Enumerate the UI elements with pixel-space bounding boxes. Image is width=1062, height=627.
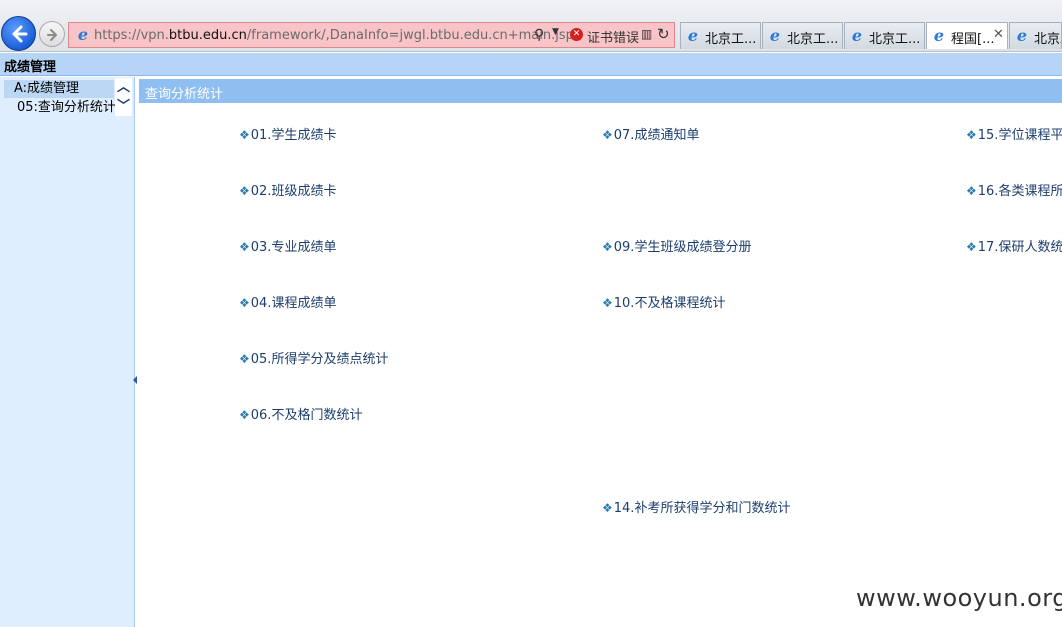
close-icon[interactable]: ✕ <box>993 27 1004 42</box>
report-link-03[interactable]: ❖03.专业成绩单 <box>239 236 336 255</box>
browser-tab[interactable]: e 北京工... <box>844 22 925 49</box>
report-link-label: 15.学位课程平均 <box>977 128 1062 143</box>
report-link-label: 01.学生成绩卡 <box>250 128 337 143</box>
report-link-label: 02.班级成绩卡 <box>250 184 337 199</box>
section-header: 查询分析统计 <box>139 79 1062 103</box>
report-link-label: 07.成绩通知单 <box>613 128 700 143</box>
chevron-down-icon[interactable]: ▼ <box>552 27 559 37</box>
refresh-icon[interactable]: ↻ <box>657 25 670 43</box>
certificate-error-icon[interactable]: ✕ <box>570 28 583 41</box>
report-link-16[interactable]: ❖16.各类课程所得 <box>966 180 1062 199</box>
report-link-label: 03.专业成绩单 <box>250 240 337 255</box>
report-column-clipped: ❖15.学位课程平均 ❖16.各类课程所得 ❖17.保研人数统计 <box>960 110 1062 270</box>
report-link-15[interactable]: ❖15.学位课程平均 <box>966 124 1062 143</box>
sidebar-item-query-analysis[interactable]: 05:查询分析统计 <box>4 99 116 117</box>
diamond-bullet-icon: ❖ <box>602 501 613 515</box>
diamond-bullet-icon: ❖ <box>239 128 250 142</box>
chevron-down-icon[interactable]: ﹀ <box>115 97 132 116</box>
report-link-label: 09.学生班级成绩登分册 <box>613 240 752 255</box>
tab-label: 北京工... <box>869 32 921 47</box>
browser-toolbar: e https://vpn.btbu.edu.cn/framework/,Dan… <box>0 0 1062 52</box>
report-link-label: 14.补考所获得学分和门数统计 <box>613 501 791 516</box>
page-header: 成绩管理 <box>0 53 1062 76</box>
chevron-up-icon[interactable]: ︿ <box>115 78 132 97</box>
report-link-label: 05.所得学分及绩点统计 <box>250 352 389 367</box>
section-title: 查询分析统计 <box>145 87 224 102</box>
report-link-06[interactable]: ❖06.不及格门数统计 <box>239 404 362 423</box>
report-link-01[interactable]: ❖01.学生成绩卡 <box>239 124 336 143</box>
report-link-label: 06.不及格门数统计 <box>250 408 363 423</box>
page-title: 成绩管理 <box>4 60 57 75</box>
sidebar-item-grade-management[interactable]: A:成绩管理 <box>4 80 114 98</box>
diamond-bullet-icon: ❖ <box>239 352 250 366</box>
browser-tab[interactable]: e 北京工... <box>762 22 843 49</box>
report-link-17[interactable]: ❖17.保研人数统计 <box>966 236 1062 255</box>
ie-tab-icon: e <box>1016 26 1028 45</box>
report-link-02[interactable]: ❖02.班级成绩卡 <box>239 180 336 199</box>
diamond-bullet-icon: ❖ <box>239 240 250 254</box>
browser-tab[interactable]: e 北京工... <box>680 22 761 49</box>
ie-tab-icon: e <box>851 26 863 45</box>
diamond-bullet-icon: ❖ <box>966 128 977 142</box>
diamond-bullet-icon: ❖ <box>966 240 977 254</box>
forward-button[interactable] <box>39 21 65 47</box>
search-icon[interactable]: ⚲ <box>534 27 544 43</box>
diamond-bullet-icon: ❖ <box>602 296 613 310</box>
sidebar-item-label: 05:查询分析统计 <box>17 100 116 115</box>
report-link-05[interactable]: ❖05.所得学分及绩点统计 <box>239 348 388 367</box>
ie-tab-icon: e <box>687 26 699 45</box>
diamond-bullet-icon: ❖ <box>966 184 977 198</box>
collapse-sidebar-icon[interactable] <box>133 376 137 384</box>
diamond-bullet-icon: ❖ <box>602 240 613 254</box>
sidebar: A:成绩管理 05:查询分析统计 ︿ ﹀ <box>0 77 135 627</box>
diamond-bullet-icon: ❖ <box>239 296 250 310</box>
forward-arrow-icon <box>47 29 57 41</box>
back-arrow-icon <box>12 25 28 43</box>
report-link-09[interactable]: ❖09.学生班级成绩登分册 <box>602 236 751 255</box>
report-link-07[interactable]: ❖07.成绩通知单 <box>602 124 699 143</box>
report-link-10[interactable]: ❖10.不及格课程统计 <box>602 292 725 311</box>
report-link-label: 04.课程成绩单 <box>250 296 337 311</box>
sidebar-item-label: A:成绩管理 <box>14 81 80 96</box>
tab-label: 程国[... <box>951 32 995 47</box>
compatibility-view-icon[interactable]: ▥ <box>641 27 652 41</box>
ie-page-icon: e <box>77 25 89 44</box>
diamond-bullet-icon: ❖ <box>239 408 250 422</box>
browser-tab[interactable]: e 北京工... <box>1009 22 1062 49</box>
ie-tab-icon: e <box>933 26 945 45</box>
report-link-label: 10.不及格课程统计 <box>613 296 726 311</box>
watermark: www.wooyun.org <box>856 584 1062 612</box>
report-link-label: 17.保研人数统计 <box>977 240 1062 255</box>
report-link-label: 16.各类课程所得 <box>977 184 1062 199</box>
address-bar[interactable]: e https://vpn.btbu.edu.cn/framework/,Dan… <box>68 22 675 48</box>
certificate-error-label[interactable]: 证书错误 <box>587 27 639 46</box>
back-button[interactable] <box>1 16 36 51</box>
tab-label: 北京工... <box>1034 32 1061 47</box>
report-link-04[interactable]: ❖04.课程成绩单 <box>239 292 336 311</box>
tab-label: 北京工... <box>705 32 757 47</box>
diamond-bullet-icon: ❖ <box>239 184 250 198</box>
browser-tab-active[interactable]: e 程国[... ✕ <box>926 22 1008 49</box>
report-link-14[interactable]: ❖14.补考所获得学分和门数统计 <box>602 497 790 516</box>
ie-tab-icon: e <box>769 26 781 45</box>
menu-scroll[interactable]: ︿ ﹀ <box>115 78 132 116</box>
diamond-bullet-icon: ❖ <box>602 128 613 142</box>
tab-label: 北京工... <box>787 32 839 47</box>
url-text: https://vpn.btbu.edu.cn/framework/,DanaI… <box>94 28 574 43</box>
